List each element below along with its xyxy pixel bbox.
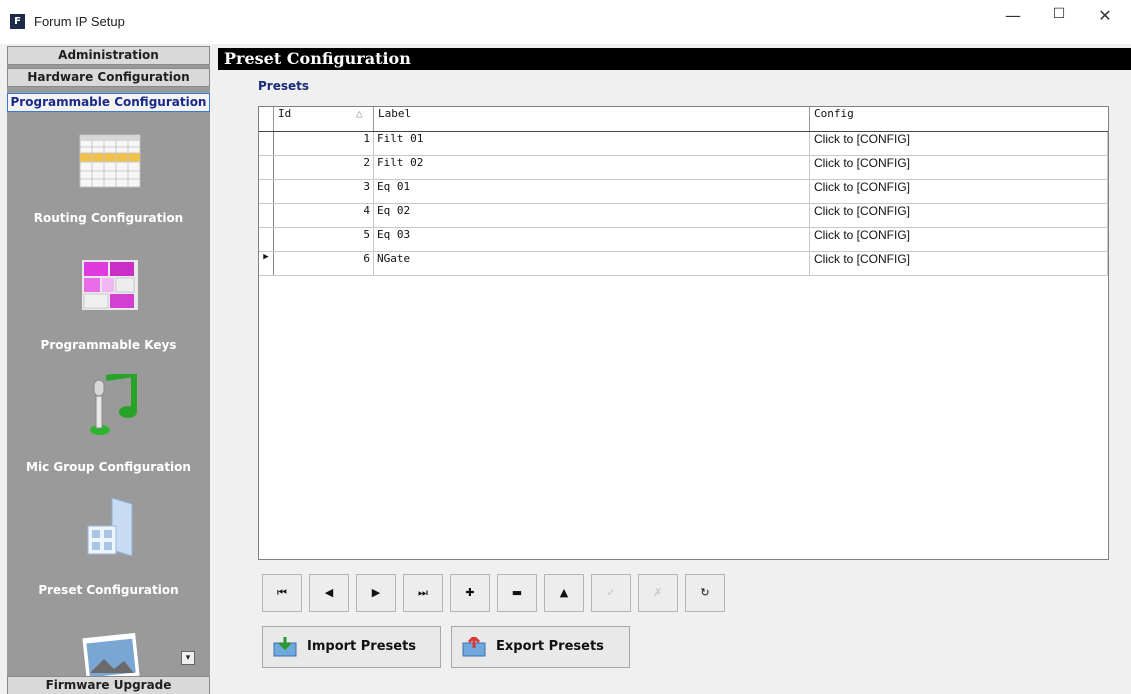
window-title: Forum IP Setup xyxy=(34,14,125,29)
column-header-label[interactable]: Label xyxy=(374,107,810,131)
cancel-edit-button[interactable]: ✗ xyxy=(638,574,678,612)
cell-label[interactable]: NGate xyxy=(374,252,810,275)
maximize-button[interactable]: ☐ xyxy=(1036,6,1082,38)
cell-id[interactable]: 4 xyxy=(274,204,374,227)
cell-label[interactable]: Eq 03 xyxy=(374,228,810,251)
microphone-music-icon[interactable] xyxy=(78,374,142,436)
insert-record-button[interactable]: ✚ xyxy=(450,574,490,612)
row-selector[interactable] xyxy=(259,180,274,203)
current-row-indicator[interactable]: ▶ xyxy=(259,252,274,275)
routing-grid-icon[interactable] xyxy=(78,131,142,193)
first-record-button[interactable]: ⏮ xyxy=(262,574,302,612)
sidebar-scroll-down-button[interactable]: ▾ xyxy=(181,651,195,665)
cell-config[interactable]: Click to [CONFIG] xyxy=(810,132,1108,155)
column-header-id[interactable]: Id △ xyxy=(274,107,374,131)
table-row[interactable]: 2 Filt 02 Click to [CONFIG] xyxy=(259,156,1108,180)
next-record-button[interactable]: ▶ xyxy=(356,574,396,612)
tab-administration[interactable]: Administration xyxy=(7,46,210,65)
cell-label[interactable]: Eq 01 xyxy=(374,180,810,203)
cell-config[interactable]: Click to [CONFIG] xyxy=(810,180,1108,203)
import-presets-label: Import Presets xyxy=(307,639,417,654)
row-selector[interactable] xyxy=(259,156,274,179)
presets-grid[interactable]: Id △ Label Config 1 Filt 01 Click to [CO… xyxy=(258,106,1109,560)
programmable-keys-icon[interactable] xyxy=(78,254,142,316)
prior-record-button[interactable]: ◀ xyxy=(309,574,349,612)
nav-programmable-keys[interactable]: Programmable Keys xyxy=(7,338,210,352)
row-selector[interactable] xyxy=(259,132,274,155)
cell-id[interactable]: 5 xyxy=(274,228,374,251)
nav-routing-configuration[interactable]: Routing Configuration xyxy=(7,211,210,225)
table-row[interactable]: 3 Eq 01 Click to [CONFIG] xyxy=(259,180,1108,204)
app-icon: F xyxy=(10,14,25,29)
last-record-button[interactable]: ⏭ xyxy=(403,574,443,612)
cell-config[interactable]: Click to [CONFIG] xyxy=(810,252,1108,275)
edit-record-button[interactable]: ▲ xyxy=(544,574,584,612)
export-presets-label: Export Presets xyxy=(496,639,604,654)
table-row[interactable]: 5 Eq 03 Click to [CONFIG] xyxy=(259,228,1108,252)
section-label: Presets xyxy=(258,79,310,93)
close-button[interactable]: ✕ xyxy=(1082,6,1128,38)
sort-ascending-icon: △ xyxy=(356,107,363,120)
cell-id[interactable]: 2 xyxy=(274,156,374,179)
tab-hardware-configuration[interactable]: Hardware Configuration xyxy=(7,68,210,87)
grid-header: Id △ Label Config xyxy=(259,107,1108,132)
tab-firmware-upgrade[interactable]: Firmware Upgrade xyxy=(7,676,210,694)
tab-programmable-configuration[interactable]: Programmable Configuration xyxy=(7,93,210,112)
refresh-button[interactable]: ↻ xyxy=(685,574,725,612)
delete-record-button[interactable]: ▬ xyxy=(497,574,537,612)
nav-mic-group-configuration[interactable]: Mic Group Configuration xyxy=(7,460,210,474)
row-selector[interactable] xyxy=(259,204,274,227)
import-icon xyxy=(273,637,297,657)
row-selector[interactable] xyxy=(259,228,274,251)
sidebar: Administration Hardware Configuration Pr… xyxy=(7,46,210,694)
export-icon xyxy=(462,637,486,657)
cell-id[interactable]: 1 xyxy=(274,132,374,155)
cell-id[interactable]: 6 xyxy=(274,252,374,275)
minimize-button[interactable]: — xyxy=(990,6,1036,38)
cell-config[interactable]: Click to [CONFIG] xyxy=(810,228,1108,251)
cell-label[interactable]: Filt 01 xyxy=(374,132,810,155)
cell-label[interactable]: Filt 02 xyxy=(374,156,810,179)
post-record-button[interactable]: ✓ xyxy=(591,574,631,612)
page-title: Preset Configuration xyxy=(218,48,1131,70)
cell-config[interactable]: Click to [CONFIG] xyxy=(810,204,1108,227)
table-row[interactable]: ▶ 6 NGate Click to [CONFIG] xyxy=(259,252,1108,276)
export-presets-button[interactable]: Export Presets xyxy=(451,626,630,668)
table-row[interactable]: 1 Filt 01 Click to [CONFIG] xyxy=(259,132,1108,156)
preset-folder-icon[interactable] xyxy=(78,496,142,558)
column-header-id-label: Id xyxy=(278,107,292,120)
column-header-config[interactable]: Config xyxy=(810,107,1108,131)
record-navigator: ⏮ ◀ ▶ ⏭ ✚ ▬ ▲ ✓ ✗ ↻ xyxy=(262,574,732,614)
import-presets-button[interactable]: Import Presets xyxy=(262,626,441,668)
cell-config[interactable]: Click to [CONFIG] xyxy=(810,156,1108,179)
row-indicator-header xyxy=(259,107,274,131)
table-row[interactable]: 4 Eq 02 Click to [CONFIG] xyxy=(259,204,1108,228)
cell-label[interactable]: Eq 02 xyxy=(374,204,810,227)
nav-preset-configuration[interactable]: Preset Configuration xyxy=(7,583,210,597)
title-bar: F Forum IP Setup — ☐ ✕ xyxy=(0,0,1131,44)
cell-id[interactable]: 3 xyxy=(274,180,374,203)
